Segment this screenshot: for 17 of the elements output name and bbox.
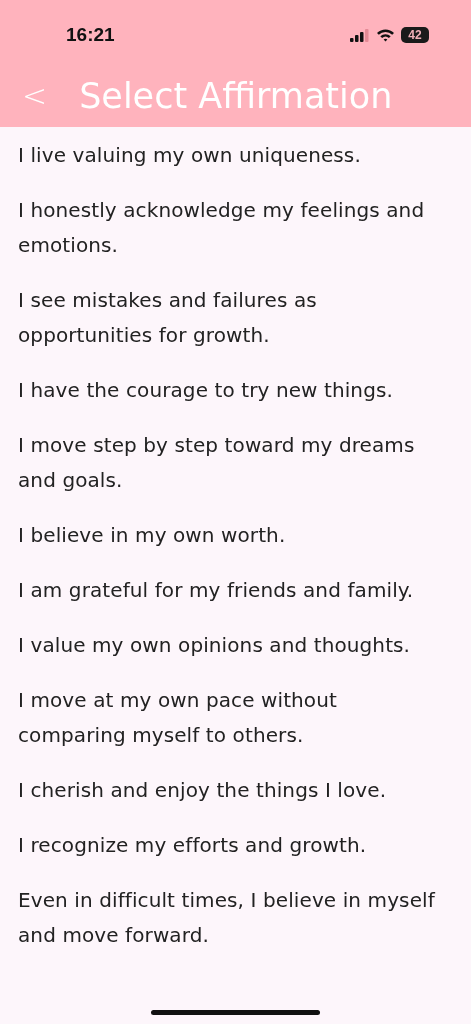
affirmation-item[interactable]: I believe in my own worth.: [18, 518, 451, 553]
affirmation-item[interactable]: Even in difficult times, I believe in myself and move forward.: [18, 883, 451, 953]
signal-icon: [350, 28, 370, 42]
affirmation-item[interactable]: I move step by step toward my dreams and goals.: [18, 428, 451, 498]
status-time: 16:21: [66, 24, 115, 46]
affirmation-item[interactable]: I move at my own pace without comparing myself to others.: [18, 683, 451, 753]
affirmation-item[interactable]: I have the courage to try new things.: [18, 373, 451, 408]
affirmation-item[interactable]: I value my own opinions and thoughts.: [18, 628, 451, 663]
affirmation-item[interactable]: I recognize my efforts and growth.: [18, 828, 451, 863]
affirmation-item[interactable]: I am grateful for my friends and family.: [18, 573, 451, 608]
wifi-icon: [376, 28, 395, 42]
affirmation-item[interactable]: I honestly acknowledge my feelings and emotions.: [18, 193, 451, 263]
battery-icon: 42: [401, 27, 429, 43]
affirmation-item[interactable]: I cherish and enjoy the things I love.: [18, 773, 451, 808]
affirmation-item[interactable]: I see mistakes and failures as opportunities for growth.: [18, 283, 451, 353]
affirmation-item[interactable]: I live valuing my own uniqueness.: [18, 138, 451, 173]
page-title: Select Affirmation: [79, 75, 393, 116]
